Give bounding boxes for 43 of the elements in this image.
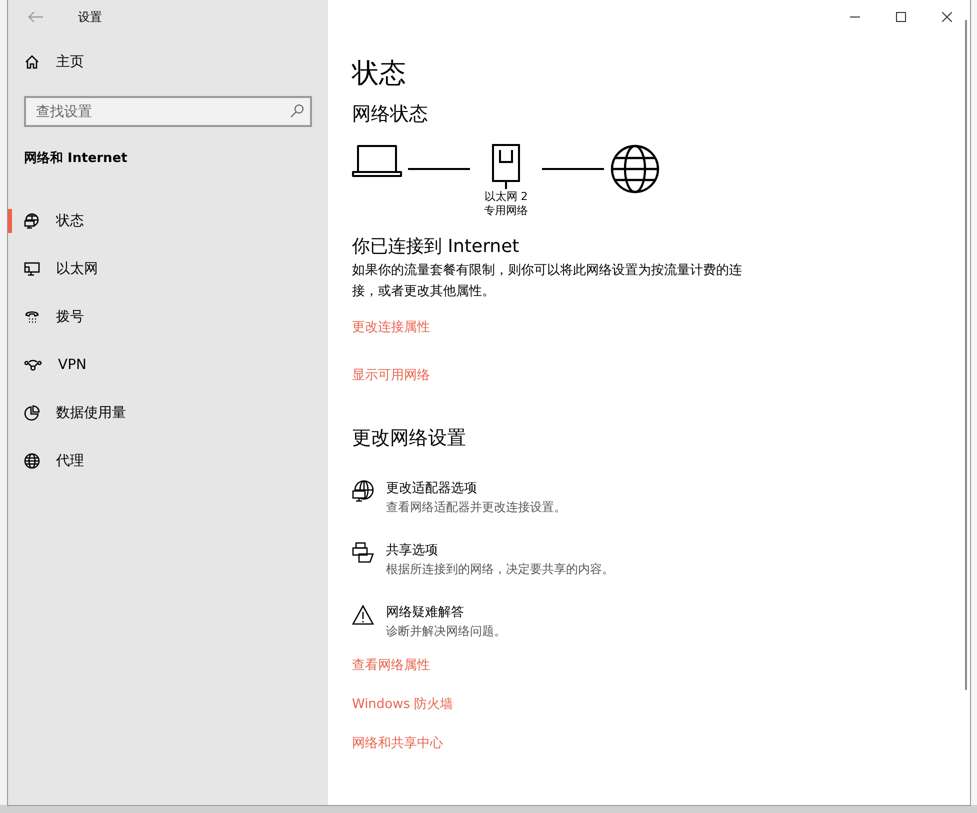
- globe-monitor-icon: [24, 213, 40, 229]
- search-icon: [290, 104, 304, 118]
- maximize-icon: [896, 12, 906, 22]
- option-description: 查看网络适配器并更改连接设置。: [386, 499, 566, 516]
- option-title[interactable]: 网络疑难解答: [386, 604, 506, 622]
- back-arrow-icon: [28, 11, 44, 23]
- monitor-icon: [24, 261, 40, 277]
- vpn-icon: [24, 357, 42, 373]
- home-icon: [24, 54, 40, 70]
- option-title[interactable]: 共享选项: [386, 542, 614, 560]
- section-title: 网络和 Internet: [23, 150, 128, 168]
- close-icon: [942, 12, 952, 22]
- globe-icon: [24, 453, 40, 469]
- connection-status: 你已连接到 Internet: [352, 235, 520, 259]
- globe-icon: [610, 144, 660, 194]
- home-nav-item[interactable]: 主页: [8, 38, 328, 86]
- nav-item[interactable]: 数据使用量: [8, 389, 328, 437]
- phone-icon: [24, 309, 40, 325]
- ethernet-port-icon: [492, 144, 520, 190]
- globe-monitor-icon: [352, 480, 374, 502]
- laptop-icon: [352, 144, 402, 178]
- search-field[interactable]: 查找设置: [24, 96, 312, 127]
- option-description: 根据所连接到的网络，决定要共享的内容。: [386, 561, 614, 578]
- nav-item[interactable]: VPN: [8, 341, 328, 389]
- printer-folder-icon: [352, 542, 374, 564]
- nav-item[interactable]: 以太网: [8, 245, 328, 293]
- connection-line: [408, 168, 470, 170]
- pie-chart-icon: [24, 405, 40, 421]
- page-title: 状态: [352, 57, 407, 91]
- nav-item[interactable]: 代理: [8, 437, 328, 485]
- nav-item[interactable]: 状态: [8, 197, 328, 245]
- scrollbar[interactable]: [965, 20, 967, 690]
- option-title[interactable]: 更改适配器选项: [386, 480, 566, 498]
- section-heading: 更改网络设置: [352, 426, 467, 451]
- window-title: 设置: [78, 8, 102, 26]
- nav-item[interactable]: 拨号: [8, 293, 328, 341]
- section-heading: 网络状态: [352, 102, 429, 127]
- connection-description: 如果你的流量套餐有限制，则你可以将此网络设置为按流量计费的连接，或者更改其他属性。: [352, 262, 743, 301]
- warning-icon: [352, 604, 374, 626]
- network-profile: 专用网络: [484, 204, 528, 218]
- connection-line: [542, 168, 604, 170]
- adapter-name: 以太网 2: [484, 190, 528, 204]
- option-description: 诊断并解决网络问题。: [386, 623, 506, 640]
